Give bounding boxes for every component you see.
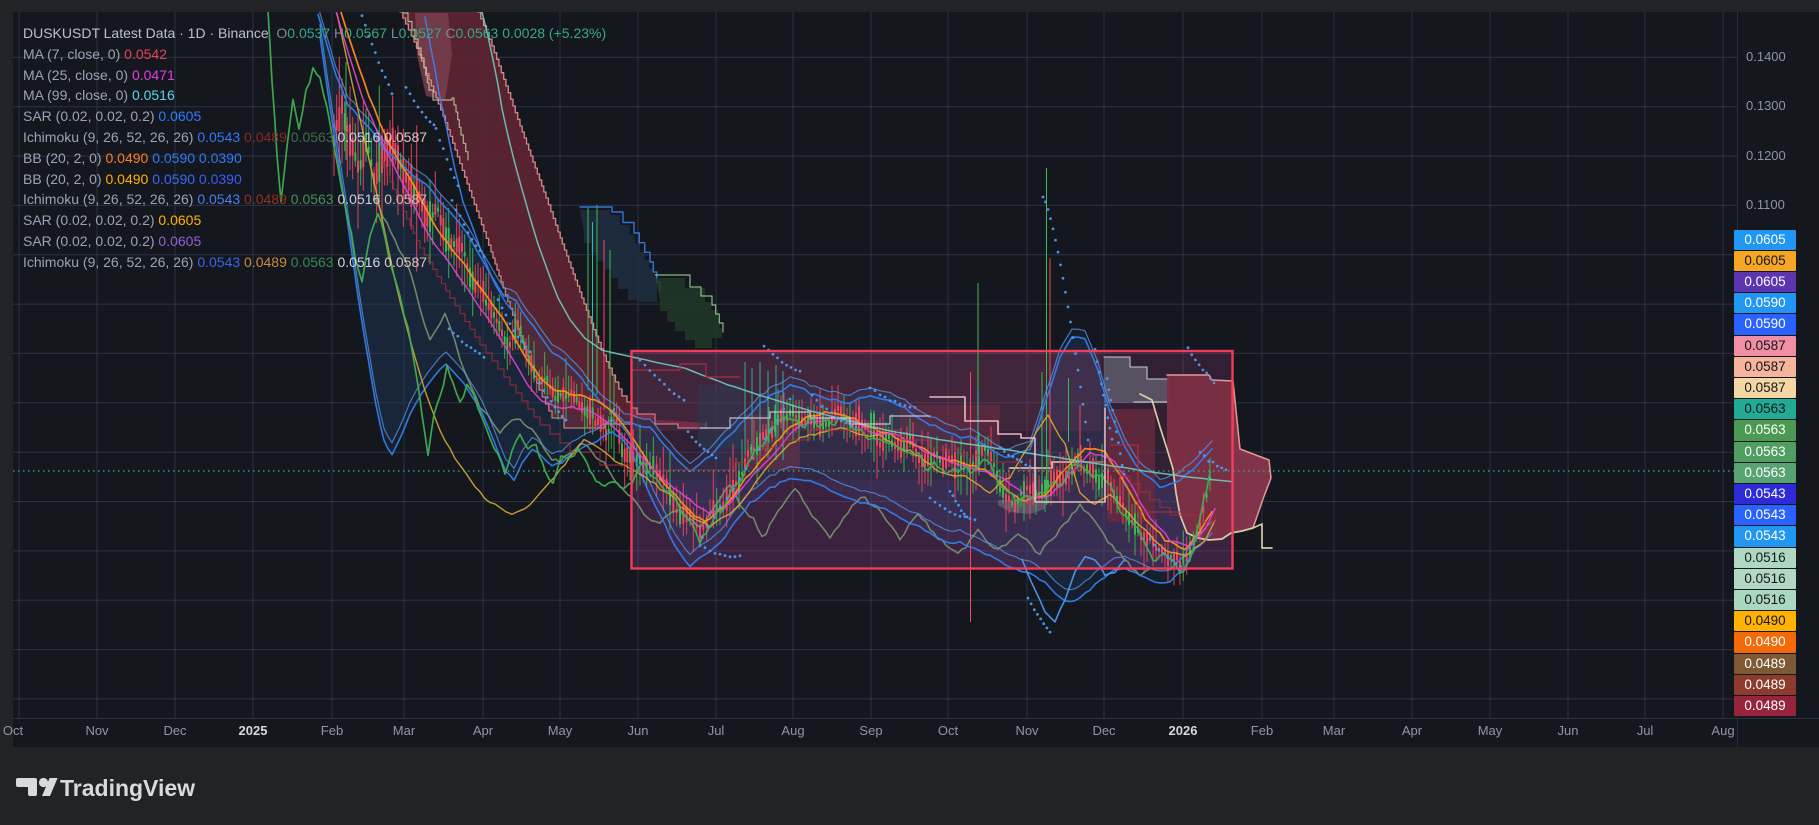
svg-text:TradingView: TradingView [60,775,195,801]
